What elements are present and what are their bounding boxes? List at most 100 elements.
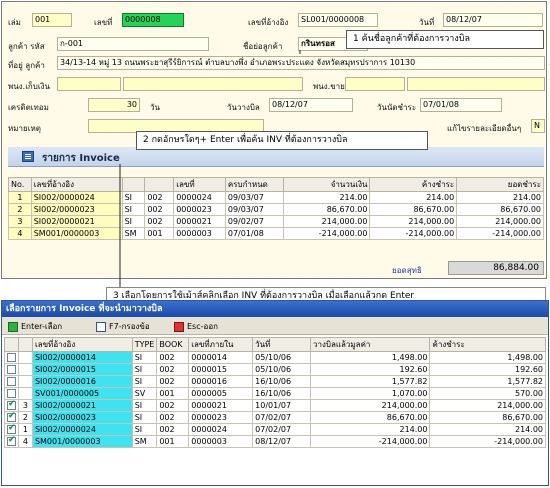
dialog-cell-billed: 214.00: [309, 423, 431, 436]
customer-name-label: ชื่อย่อลูกค้า: [243, 42, 283, 51]
invoice-section-header: รายการ Invoice: [8, 147, 544, 167]
dialog-cell-ref: SI002/0000016: [31, 375, 133, 388]
invoice-cell-outstanding: 214,000.00: [369, 215, 458, 228]
dialog-row[interactable]: SV001/0000005 SV 001 0000005 16/10/06 1,070.0…: [4, 387, 546, 400]
dialog-row[interactable]: 2SI002/0000023SI002000002307/02/0786,670…: [4, 411, 546, 424]
invoice-cell-due: 07/01/08: [224, 227, 284, 240]
dialog-cell-outstanding: 1,498.00: [429, 351, 546, 364]
row-checkbox[interactable]: [7, 435, 16, 446]
dialog-cell-ref: SI002/0000024: [31, 423, 133, 436]
edit-field[interactable]: N: [531, 119, 545, 133]
dialog-cell-doc: 0000005: [188, 387, 254, 400]
collector-field[interactable]: [57, 77, 121, 91]
row-checkbox-cell: [4, 399, 19, 412]
invoice-cell-type: SI: [121, 215, 146, 228]
row-checkbox[interactable]: [7, 353, 16, 362]
col-amount: จำนวนเงิน: [282, 177, 371, 192]
credit-field[interactable]: 30: [88, 98, 140, 112]
invoice-row[interactable]: 3 SI002/0000021 SI 002 0000021 09/02/07 214,00…: [8, 215, 544, 228]
dialog-row[interactable]: 3SI002/0000021SI002000002110/01/07214,00…: [4, 399, 546, 412]
col-no: No.: [8, 177, 32, 192]
row-checkbox[interactable]: [7, 389, 16, 398]
dialog-cell-book: 002: [156, 375, 190, 388]
edit-label: แก้ไขรายละเอียดอื่นๆ: [447, 124, 522, 133]
dialog-cell-type: SI: [131, 363, 158, 376]
col-billed: วางบิลแล้วมูลค่า: [309, 337, 431, 352]
row-checkbox[interactable]: [7, 365, 16, 374]
due-date-field[interactable]: 07/01/08: [420, 98, 502, 112]
number-field[interactable]: 0000008: [122, 13, 184, 27]
invoice-cell-book: 001: [144, 227, 175, 240]
invoice-cell-due: 09/03/07: [224, 191, 284, 204]
total-value: 86,884.00: [448, 261, 544, 275]
dialog-row[interactable]: SI002/0000016 SI 002 0000016 16/10/06 1,577.8…: [4, 375, 546, 388]
collector-label: พนง.เก็บเงิน: [8, 82, 50, 91]
dialog-cell-seq: 2: [18, 411, 33, 424]
row-checkbox-cell: [4, 435, 19, 448]
row-checkbox-cell: [4, 423, 19, 436]
invoice-cell-ref: SM001/0000003: [30, 227, 123, 240]
invoice-row[interactable]: 1 SI002/0000024 SI 002 0000024 09/03/07 214.00…: [8, 191, 544, 204]
dialog-cell-book: 002: [156, 411, 190, 424]
dialog-cell-book: 002: [156, 363, 190, 376]
dialog-cell-billed: 192.60: [309, 363, 431, 376]
invoice-cell-due: 09/02/07: [224, 215, 284, 228]
col-book: [144, 177, 175, 192]
invoice-cell-type: SI: [121, 203, 146, 216]
dialog-row[interactable]: 4SM001/0000003SM001000000308/12/07-214,0…: [4, 435, 546, 448]
dialog-cell-seq: 4: [18, 435, 33, 448]
dialog-cell-doc: 0000023: [188, 411, 254, 424]
dialog-cell-billed: -214,000.00: [309, 435, 431, 448]
dialog-cell-book: 001: [156, 387, 190, 400]
dialog-cell-ref: SI002/0000023: [31, 411, 133, 424]
dialog-cell-outstanding: 214,000.00: [429, 399, 546, 412]
dialog-cell-date: 07/02/07: [252, 423, 311, 436]
row-checkbox[interactable]: [7, 377, 16, 386]
bill-date-field[interactable]: 08/12/07: [269, 98, 353, 112]
enter-select-button[interactable]: Enter-เลือก: [8, 320, 62, 333]
col-seq: [18, 337, 33, 352]
dialog-cell-outstanding: 1,577.82: [429, 375, 546, 388]
row-checkbox[interactable]: [7, 399, 16, 410]
address-field[interactable]: 34/13-14 หมู่ 13 ถนนพระยาสุรีร์ยิการณ์ ต…: [57, 56, 545, 70]
invoice-cell-doc: 0000021: [173, 215, 226, 228]
book-field[interactable]: 001: [32, 13, 72, 27]
customer-code-field[interactable]: ก-001: [57, 37, 209, 51]
dialog-cell-billed: 1,577.82: [309, 375, 431, 388]
dialog-cell-doc: 0000021: [188, 399, 254, 412]
invoice-row[interactable]: 2 SI002/0000023 SI 002 0000023 09/03/07 86,670…: [8, 203, 544, 216]
dialog-cell-ref: SM001/0000003: [31, 435, 133, 448]
filter-button[interactable]: F7-กรองข้อ: [96, 320, 150, 333]
invoice-row[interactable]: 4 SM001/0000003 SM 001 0000003 07/01/08 -214,0…: [8, 227, 544, 240]
date-field[interactable]: 08/12/07: [443, 13, 543, 27]
col-book: BOOK: [156, 337, 190, 352]
exit-button[interactable]: Esc-ออก: [174, 320, 218, 333]
dialog-row[interactable]: SI002/0000015 SI 002 0000015 05/10/06 192.60 1…: [4, 363, 546, 376]
col-type: TYPE: [131, 337, 158, 352]
address-label: ที่อยู่ ลูกค้า: [8, 61, 45, 70]
date-label: วันที่: [419, 18, 435, 27]
dialog-cell-date: 05/10/06: [252, 363, 311, 376]
dialog-toolbar: Enter-เลือก F7-กรองข้อ Esc-ออก: [2, 317, 548, 335]
dialog-cell-type: SI: [131, 411, 158, 424]
sales-field[interactable]: [345, 77, 405, 91]
dialog-cell-type: SM: [131, 435, 158, 448]
dialog-cell-date: 07/02/07: [252, 411, 311, 424]
invoice-cell-doc: 0000024: [173, 191, 226, 204]
invoice-cell-amount: 214.00: [282, 191, 371, 204]
col-type: [121, 177, 146, 192]
invoice-cell-pay: 86,670.00: [456, 203, 544, 216]
dialog-row[interactable]: 1SI002/0000024SI002000002407/02/07214.00…: [4, 423, 546, 436]
dialog-cell-outstanding: 214.00: [429, 423, 546, 436]
col-outstanding: ค้างชำระ: [369, 177, 458, 192]
collector-name-field: [123, 77, 303, 91]
dialog-cell-seq: 1: [18, 423, 33, 436]
dialog-cell-book: 002: [156, 351, 190, 364]
dialog-row[interactable]: SI002/0000014 SI 002 0000014 05/10/06 1,498.0…: [4, 351, 546, 364]
invoice-header-row: No. เลขที่อ้างอิง เลขที่ ครบกำหนด จำนวนเ…: [8, 177, 544, 192]
col-due: ครบกำหนด: [224, 177, 284, 192]
row-checkbox[interactable]: [7, 423, 16, 434]
ref-field[interactable]: SL001/0000008: [298, 13, 378, 27]
row-checkbox[interactable]: [7, 411, 16, 422]
dialog-cell-outstanding: -214,000.00: [429, 435, 546, 448]
